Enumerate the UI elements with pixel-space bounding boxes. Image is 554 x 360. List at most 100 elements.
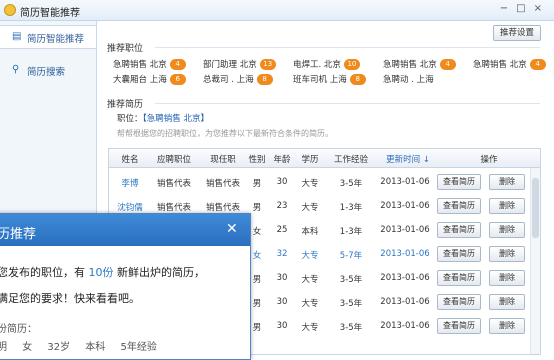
cell-age: 30 xyxy=(276,177,288,187)
job-item[interactable]: 急聘销售 北京 4 xyxy=(113,58,186,70)
job-item[interactable]: 班车司机 上海 8 xyxy=(293,73,366,85)
delete-button[interactable]: 删除 xyxy=(489,222,525,238)
cell-date: 2013-01-06 xyxy=(380,273,430,283)
view-resume-button[interactable]: 查看简历 xyxy=(437,294,481,310)
app-title: 简历智能推荐 xyxy=(20,8,80,19)
job-item[interactable]: 大囊厢台 上海 6 xyxy=(113,73,186,85)
view-resume-button[interactable]: 查看简历 xyxy=(437,318,481,334)
sidebar-item-label: 简历智能推荐 xyxy=(27,34,85,45)
resume-section-title: 推荐简历 xyxy=(107,100,144,110)
cell-exp: 1-3年 xyxy=(339,227,363,237)
count-badge: 13 xyxy=(259,59,276,70)
popup-message-line1: 您发布的职位，有 10份 新鲜出炉的简历， xyxy=(0,264,205,280)
app-logo-icon xyxy=(4,4,16,16)
cell-edu: 大专 xyxy=(301,275,319,285)
cell-gender: 男 xyxy=(252,203,262,213)
title-bar: 简历智能推荐 −□× xyxy=(0,0,554,21)
delete-button[interactable]: 删除 xyxy=(489,294,525,310)
position-value[interactable]: 【急聘销售 北京】 xyxy=(143,114,209,124)
settings-button[interactable]: 推荐设置 xyxy=(493,25,541,41)
delete-button[interactable]: 删除 xyxy=(489,270,525,286)
job-name: 急聘销售 北京 xyxy=(113,60,167,70)
count-badge: 8 xyxy=(349,74,366,85)
cell-date: 2013-01-06 xyxy=(380,201,430,211)
delete-button[interactable]: 删除 xyxy=(489,198,525,214)
profile-edu: 本科 xyxy=(85,342,106,353)
cell-edu: 大专 xyxy=(301,299,319,309)
scrollbar[interactable] xyxy=(530,168,540,354)
cell-age: 32 xyxy=(276,249,288,259)
view-resume-button[interactable]: 查看简历 xyxy=(437,198,481,214)
popup-count[interactable]: 10份 xyxy=(89,266,114,279)
cell-edu: 大专 xyxy=(301,323,319,333)
profile-exp: 5年经验 xyxy=(120,342,157,353)
search-icon: ⚲ xyxy=(12,64,20,75)
popup-message-line2: 满足您的要求！快来看看吧。 xyxy=(0,292,140,305)
job-name: 部门助理 北京 xyxy=(203,60,257,70)
col-edu: 学历 xyxy=(301,155,319,165)
view-resume-button[interactable]: 查看简历 xyxy=(437,174,481,190)
cell-exp: 1-3年 xyxy=(339,203,363,213)
document-icon: ▤ xyxy=(12,31,22,42)
position-line: 职位：【急聘销售 北京】 xyxy=(117,112,209,124)
delete-button[interactable]: 删除 xyxy=(489,174,525,190)
cell-date: 2013-01-06 xyxy=(380,249,430,259)
count-badge: 10 xyxy=(343,59,360,70)
view-resume-button[interactable]: 查看简历 xyxy=(437,222,481,238)
divider xyxy=(155,103,540,104)
count-badge: 8 xyxy=(256,74,273,85)
cell-exp: 3-5年 xyxy=(339,299,363,309)
profile-name: 明 xyxy=(0,342,7,353)
cell-gender: 男 xyxy=(252,179,262,189)
sidebar-item-label: 简历搜索 xyxy=(27,67,66,78)
job-item[interactable]: 急聘动 . 上海 xyxy=(383,73,434,85)
cell-age: 30 xyxy=(276,321,288,331)
job-name: 总裁司 . 上海 xyxy=(203,75,254,85)
cell-age: 30 xyxy=(276,297,288,307)
cell-current: 销售代表 xyxy=(205,203,240,213)
scrollbar-thumb[interactable] xyxy=(532,178,539,238)
col-current: 现任职 xyxy=(210,155,236,165)
col-gender: 性别 xyxy=(248,155,266,165)
sidebar-item-recommend[interactable]: ▤ 简历智能推荐 xyxy=(0,25,96,49)
sidebar-item-search[interactable]: ⚲ 简历搜索 xyxy=(0,59,96,81)
table-header: 姓名 应聘职位 现任职 性别 年龄 学历 工作经验 更新时间 ↓ 操作 xyxy=(109,149,540,168)
delete-button[interactable]: 删除 xyxy=(489,246,525,262)
job-item[interactable]: 急聘销售 北京 4 xyxy=(473,58,546,70)
close-icon[interactable]: ✕ xyxy=(226,221,238,237)
cell-date: 2013-01-06 xyxy=(380,177,430,187)
popup-line1-prefix: 您发布的职位，有 xyxy=(0,266,85,279)
cell-name[interactable]: 沈钧儒 xyxy=(113,201,147,213)
cell-exp: 3-5年 xyxy=(339,323,363,333)
view-resume-button[interactable]: 查看简历 xyxy=(437,270,481,286)
count-badge: 4 xyxy=(169,59,186,70)
view-resume-button[interactable]: 查看简历 xyxy=(437,246,481,262)
cell-exp: 3-5年 xyxy=(339,275,363,285)
job-item[interactable]: 部门助理 北京 13 xyxy=(203,58,276,70)
cell-edu: 本科 xyxy=(301,227,319,237)
delete-button[interactable]: 删除 xyxy=(489,318,525,334)
profile-age: 32岁 xyxy=(47,342,71,353)
job-name: 急聘销售 北京 xyxy=(473,60,527,70)
cell-apply: 销售代表 xyxy=(156,203,191,213)
col-date-sort[interactable]: 更新时间 ↓ xyxy=(379,153,437,165)
col-actions: 操作 xyxy=(480,155,498,165)
jobs-section-title: 推荐职位 xyxy=(107,44,144,54)
job-item[interactable]: 电焊工. 北京 10 xyxy=(293,58,360,70)
position-label: 职位： xyxy=(117,114,143,124)
cell-name[interactable]: 李博 xyxy=(113,177,147,189)
table-row[interactable]: 李博 销售代表 销售代表男 30 大专 3-5年 2013-01-06 查看简历 删除 xyxy=(109,171,529,193)
count-badge: 4 xyxy=(529,59,546,70)
cell-age: 23 xyxy=(276,201,288,211)
window-controls[interactable]: −□× xyxy=(500,3,550,14)
job-item[interactable]: 急聘销售 北京 4 xyxy=(383,58,456,70)
popup-title: 历推荐 xyxy=(0,227,37,242)
notification-popup: 历推荐 ✕ 您发布的职位，有 10份 新鲜出炉的简历， 满足您的要求！快来看看吧… xyxy=(0,213,251,360)
job-item[interactable]: 总裁司 . 上海 8 xyxy=(203,73,273,85)
popup-profile: 明 女 32岁 本科 5年经验 xyxy=(0,338,169,353)
count-badge: 6 xyxy=(169,74,186,85)
cell-edu: 大专 xyxy=(301,179,319,189)
col-name: 姓名 xyxy=(121,155,139,165)
job-name: 电焊工. 北京 xyxy=(293,60,341,70)
cell-current: 销售代表 xyxy=(205,179,240,189)
